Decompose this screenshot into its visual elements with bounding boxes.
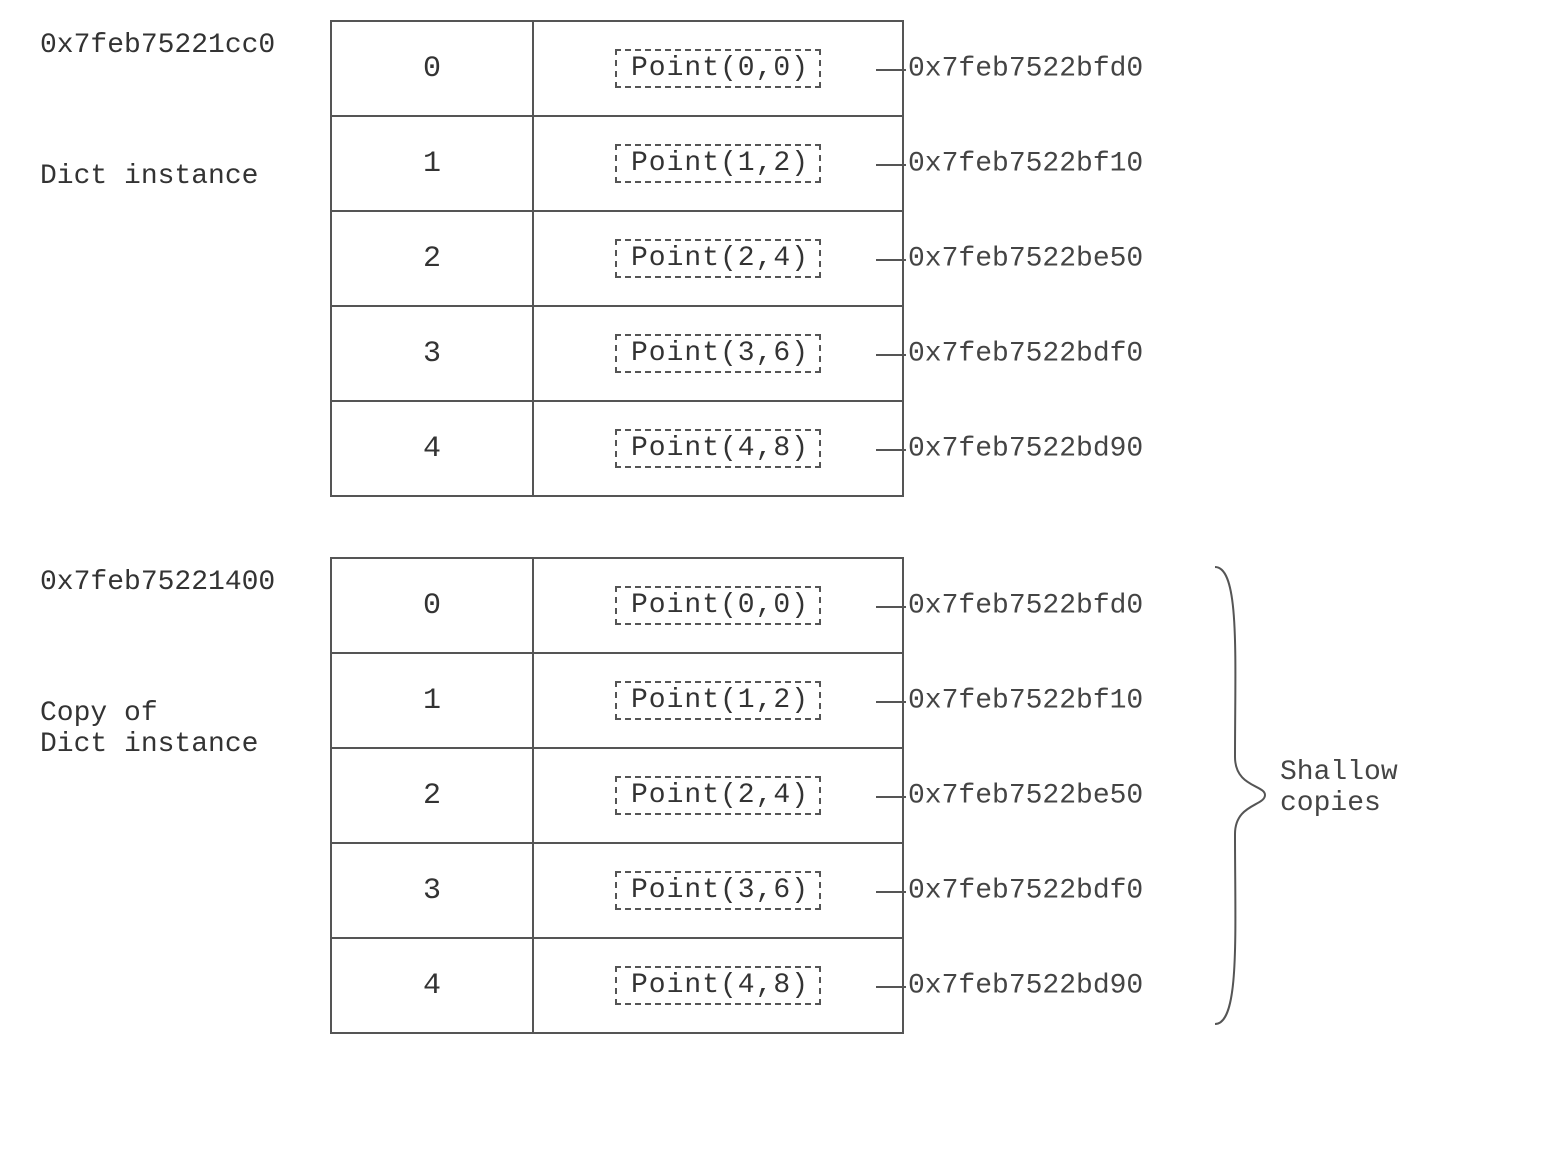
- value-cell: Point(4,8) 0x7feb7522bd90: [534, 402, 902, 495]
- table-row: 2 Point(2,4) 0x7feb7522be50: [332, 210, 902, 305]
- value-address: 0x7feb7522be50: [908, 780, 1143, 811]
- key-cell: 1: [332, 654, 534, 747]
- point-box: Point(4,8): [615, 966, 821, 1005]
- connector-line: [876, 449, 906, 451]
- value-cell: Point(1,2) 0x7feb7522bf10: [534, 654, 902, 747]
- key-cell: 3: [332, 844, 534, 937]
- dict-table: 0 Point(0,0) 0x7feb7522bfd0 1 Point(1,2)…: [330, 557, 904, 1034]
- value-address: 0x7feb7522bd90: [908, 970, 1143, 1001]
- diagram-page: 0x7feb75221cc0 Dict instance 0 Point(0,0…: [0, 0, 1558, 1162]
- key-cell: 2: [332, 749, 534, 842]
- left-label-block: 0x7feb75221cc0 Dict instance: [40, 20, 330, 192]
- point-box: Point(2,4): [615, 776, 821, 815]
- point-box: Point(0,0): [615, 49, 821, 88]
- connector-line: [876, 606, 906, 608]
- point-box: Point(3,6): [615, 871, 821, 910]
- value-cell: Point(0,0) 0x7feb7522bfd0: [534, 559, 902, 652]
- table-row: 4 Point(4,8) 0x7feb7522bd90: [332, 400, 902, 495]
- value-address: 0x7feb7522be50: [908, 243, 1143, 274]
- connector-line: [876, 986, 906, 988]
- connector-line: [876, 69, 906, 71]
- connector-line: [876, 164, 906, 166]
- point-box: Point(1,2): [615, 144, 821, 183]
- value-address: 0x7feb7522bf10: [908, 685, 1143, 716]
- key-cell: 2: [332, 212, 534, 305]
- connector-line: [876, 796, 906, 798]
- key-cell: 4: [332, 939, 534, 1032]
- table-row: 4 Point(4,8) 0x7feb7522bd90: [332, 937, 902, 1032]
- table-row: 3 Point(3,6) 0x7feb7522bdf0: [332, 305, 902, 400]
- table-row: 0 Point(0,0) 0x7feb7522bfd0: [332, 20, 902, 115]
- value-address: 0x7feb7522bd90: [908, 433, 1143, 464]
- table-row: 0 Point(0,0) 0x7feb7522bfd0: [332, 557, 902, 652]
- dict-caption: Copy of Dict instance: [40, 698, 330, 760]
- table-row: 1 Point(1,2) 0x7feb7522bf10: [332, 652, 902, 747]
- connector-line: [876, 259, 906, 261]
- table-area: 0 Point(0,0) 0x7feb7522bfd0 1 Point(1,2)…: [330, 20, 904, 497]
- table-row: 1 Point(1,2) 0x7feb7522bf10: [332, 115, 902, 210]
- connector-line: [876, 891, 906, 893]
- dict-address: 0x7feb75221cc0: [40, 30, 330, 61]
- value-cell: Point(2,4) 0x7feb7522be50: [534, 749, 902, 842]
- value-cell: Point(2,4) 0x7feb7522be50: [534, 212, 902, 305]
- point-box: Point(0,0): [615, 586, 821, 625]
- value-cell: Point(3,6) 0x7feb7522bdf0: [534, 307, 902, 400]
- dict-caption: Dict instance: [40, 161, 330, 192]
- dict-address: 0x7feb75221400: [40, 567, 330, 598]
- value-cell: Point(4,8) 0x7feb7522bd90: [534, 939, 902, 1032]
- table-row: 3 Point(3,6) 0x7feb7522bdf0: [332, 842, 902, 937]
- point-box: Point(4,8): [615, 429, 821, 468]
- value-address: 0x7feb7522bf10: [908, 148, 1143, 179]
- connector-line: [876, 701, 906, 703]
- value-address: 0x7feb7522bfd0: [908, 590, 1143, 621]
- point-box: Point(3,6): [615, 334, 821, 373]
- key-cell: 0: [332, 559, 534, 652]
- key-cell: 4: [332, 402, 534, 495]
- dict-table: 0 Point(0,0) 0x7feb7522bfd0 1 Point(1,2)…: [330, 20, 904, 497]
- point-box: Point(2,4): [615, 239, 821, 278]
- key-cell: 1: [332, 117, 534, 210]
- point-box: Point(1,2): [615, 681, 821, 720]
- brace-icon: [1210, 557, 1270, 1034]
- value-address: 0x7feb7522bdf0: [908, 875, 1143, 906]
- value-address: 0x7feb7522bfd0: [908, 53, 1143, 84]
- shallow-copies-label: Shallow copies: [1280, 757, 1398, 819]
- value-cell: Point(3,6) 0x7feb7522bdf0: [534, 844, 902, 937]
- value-address: 0x7feb7522bdf0: [908, 338, 1143, 369]
- key-cell: 0: [332, 22, 534, 115]
- table-row: 2 Point(2,4) 0x7feb7522be50: [332, 747, 902, 842]
- table-area: 0 Point(0,0) 0x7feb7522bfd0 1 Point(1,2)…: [330, 557, 904, 1034]
- key-cell: 3: [332, 307, 534, 400]
- left-label-block: 0x7feb75221400 Copy of Dict instance: [40, 557, 330, 760]
- dict-copy-section: 0x7feb75221400 Copy of Dict instance 0 P…: [40, 557, 1518, 1034]
- value-cell: Point(0,0) 0x7feb7522bfd0: [534, 22, 902, 115]
- dict-instance-section: 0x7feb75221cc0 Dict instance 0 Point(0,0…: [40, 20, 1518, 497]
- connector-line: [876, 354, 906, 356]
- value-cell: Point(1,2) 0x7feb7522bf10: [534, 117, 902, 210]
